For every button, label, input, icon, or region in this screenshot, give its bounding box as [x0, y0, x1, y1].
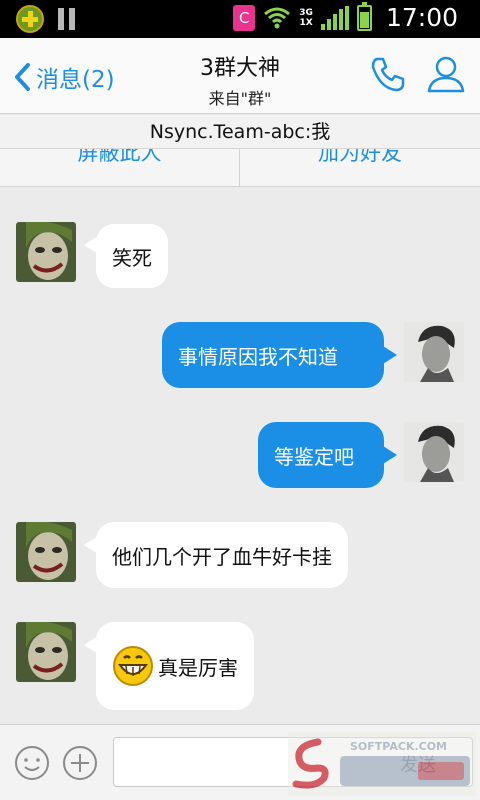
avatar[interactable]	[404, 422, 464, 482]
joker-avatar-icon	[16, 222, 76, 282]
signal-icon	[320, 5, 349, 30]
clock: 17:00	[385, 3, 458, 32]
joker-avatar-icon	[16, 522, 76, 582]
chevron-left-icon	[15, 63, 30, 91]
wifi-icon	[264, 7, 291, 28]
avatar[interactable]	[16, 522, 76, 582]
message-text: 事情原因我不知道	[178, 344, 338, 369]
phone-icon[interactable]	[368, 54, 408, 94]
chat-header: 消息(2) 3群大神 来自"群"	[0, 38, 480, 114]
self-avatar-icon	[404, 422, 464, 482]
back-label: 消息(2)	[36, 67, 115, 93]
chat-subtitle: 来自"群"	[208, 89, 272, 108]
joker-avatar-icon	[16, 622, 76, 682]
message-bubble[interactable]: 他们几个开了血牛好卡挂	[96, 522, 348, 588]
add-friend-button[interactable]: 加为好友	[240, 149, 480, 167]
battery-icon	[356, 1, 372, 31]
self-avatar-icon	[404, 322, 464, 382]
sender-notice: Nsync.Team-abc:我	[0, 115, 480, 149]
block-user-button[interactable]: 屏蔽此人	[0, 149, 240, 186]
message-text: 笑死	[112, 245, 152, 270]
stranger-actions: 屏蔽此人 加为好友	[0, 149, 480, 187]
profile-icon[interactable]	[426, 54, 466, 94]
avatar[interactable]	[16, 222, 76, 282]
message-bubble[interactable]: 笑死	[96, 224, 168, 288]
svg-text:SOFTPACK.COM: SOFTPACK.COM	[350, 740, 447, 753]
chat-title: 3群大神	[200, 56, 280, 81]
message-text: 真是厉害	[158, 655, 238, 680]
notification-c-icon: C	[233, 4, 256, 31]
app-notification-icon	[16, 5, 44, 33]
network-type: 3G 1X	[299, 7, 313, 28]
back-button[interactable]: 消息(2)	[12, 60, 115, 94]
grin-emoji-icon	[113, 646, 153, 686]
softpack-watermark-logo: SOFTPACK.COM	[288, 732, 476, 796]
avatar[interactable]	[16, 622, 76, 682]
status-bar: C 3G 1X 17:00	[0, 0, 480, 38]
message-text: 等鉴定吧	[274, 444, 354, 469]
emoji-icon[interactable]	[14, 745, 50, 781]
message-text: 他们几个开了血牛好卡挂	[112, 544, 332, 569]
pause-icon	[58, 8, 75, 30]
message-bubble[interactable]: 真是厉害	[96, 622, 254, 710]
plus-icon[interactable]	[62, 745, 98, 781]
message-bubble[interactable]: 事情原因我不知道	[162, 322, 384, 388]
avatar[interactable]	[404, 322, 464, 382]
message-bubble[interactable]: 等鉴定吧	[258, 422, 384, 488]
